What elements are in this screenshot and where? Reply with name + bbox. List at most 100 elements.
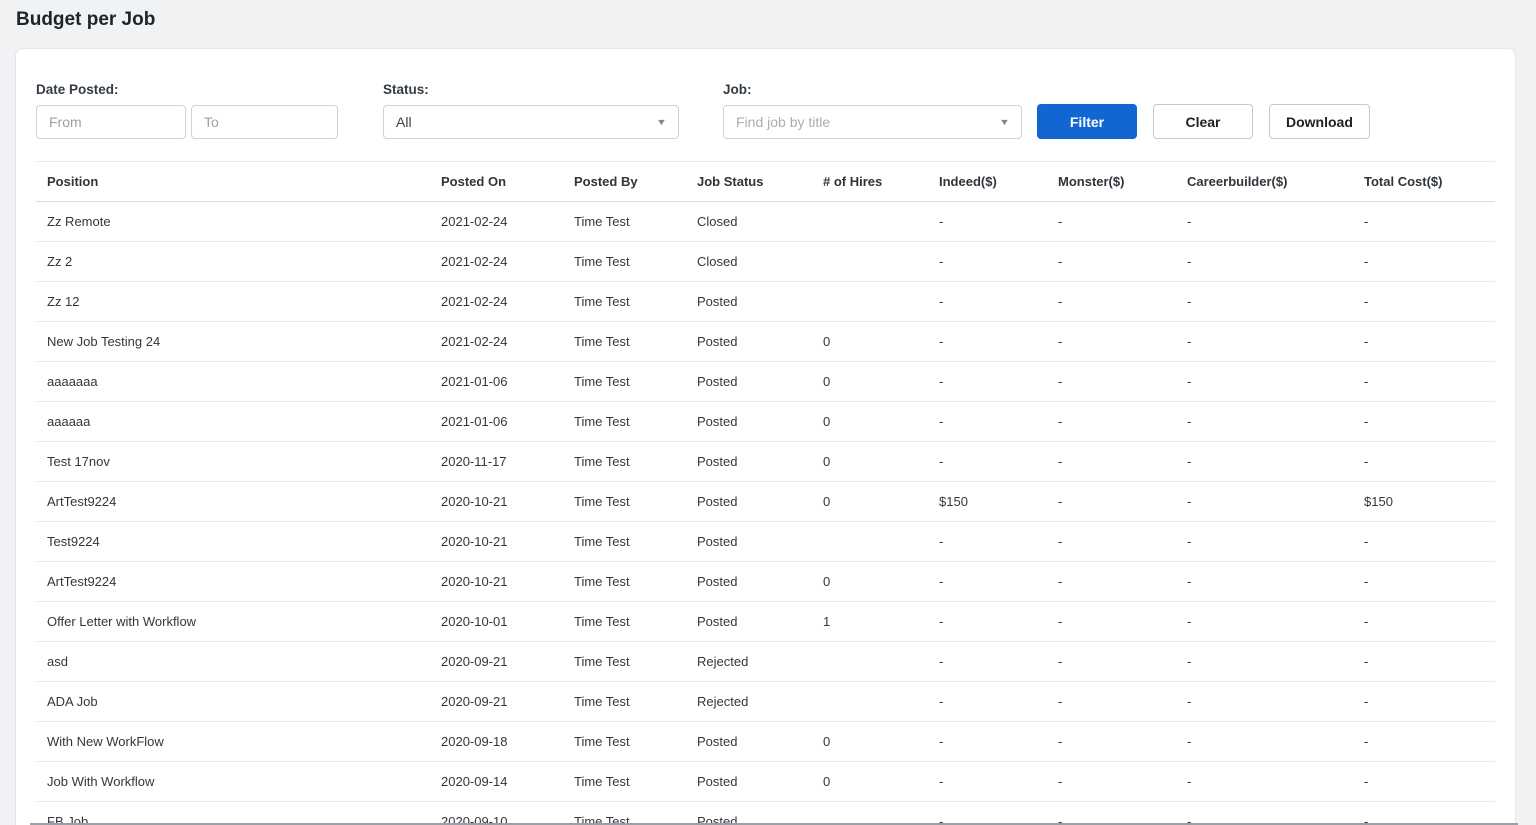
cell-posted-on: 2020-10-21 [430, 562, 563, 602]
cell-careerbuilder: - [1176, 802, 1353, 825]
job-label: Job: [723, 82, 1022, 98]
cell-indeed: - [928, 522, 1047, 562]
cell-job-status: Posted [686, 282, 812, 322]
cell-posted-on: 2020-09-10 [430, 802, 563, 825]
cell-job-status: Posted [686, 322, 812, 362]
cell-posted-by: Time Test [563, 282, 686, 322]
cell-posted-by: Time Test [563, 722, 686, 762]
cell-posted-on: 2020-10-21 [430, 522, 563, 562]
column-header: Position [36, 162, 430, 202]
column-header: Posted On [430, 162, 563, 202]
date-inputs [36, 105, 338, 139]
cell-indeed: - [928, 802, 1047, 825]
cell-monster: - [1047, 242, 1176, 282]
table-row: ArtTest92242020-10-21Time TestPosted0---… [36, 562, 1495, 602]
cell-posted-on: 2021-01-06 [430, 402, 563, 442]
date-from-input[interactable] [36, 105, 186, 139]
cell-indeed: - [928, 642, 1047, 682]
cell-monster: - [1047, 322, 1176, 362]
cell-position: Test 17nov [36, 442, 430, 482]
cell-total-cost: - [1353, 682, 1495, 722]
cell-total-cost: - [1353, 562, 1495, 602]
cell-posted-by: Time Test [563, 562, 686, 602]
cell-position: Zz Remote [36, 202, 430, 242]
job-placeholder: Find job by title [736, 114, 830, 130]
cell-monster: - [1047, 522, 1176, 562]
cell-careerbuilder: - [1176, 402, 1353, 442]
cell-posted-by: Time Test [563, 762, 686, 802]
table-row: With New WorkFlow2020-09-18Time TestPost… [36, 722, 1495, 762]
filter-bar: Date Posted: Status: All ▼ Job: Find job… [36, 82, 1495, 139]
cell-indeed: - [928, 762, 1047, 802]
chevron-down-icon: ▼ [656, 118, 667, 127]
cell-posted-on: 2020-09-21 [430, 642, 563, 682]
cell-posted-by: Time Test [563, 682, 686, 722]
table-row: New Job Testing 242021-02-24Time TestPos… [36, 322, 1495, 362]
filter-button[interactable]: Filter [1037, 104, 1137, 139]
cell-posted-by: Time Test [563, 522, 686, 562]
date-to-input[interactable] [191, 105, 338, 139]
cell-posted-by: Time Test [563, 642, 686, 682]
budget-card: Date Posted: Status: All ▼ Job: Find job… [15, 48, 1516, 825]
clear-button[interactable]: Clear [1153, 104, 1253, 139]
cell-indeed: - [928, 602, 1047, 642]
cell-posted-on: 2021-01-06 [430, 362, 563, 402]
table-row: aaaaaa2021-01-06Time TestPosted0---- [36, 402, 1495, 442]
cell-position: asd [36, 642, 430, 682]
cell-indeed: - [928, 562, 1047, 602]
table-row: Test92242020-10-21Time TestPosted---- [36, 522, 1495, 562]
cell-posted-by: Time Test [563, 202, 686, 242]
cell-monster: - [1047, 202, 1176, 242]
cell-careerbuilder: - [1176, 202, 1353, 242]
cell-careerbuilder: - [1176, 642, 1353, 682]
cell-posted-by: Time Test [563, 402, 686, 442]
cell-indeed: - [928, 202, 1047, 242]
cell-careerbuilder: - [1176, 562, 1353, 602]
cell-careerbuilder: - [1176, 362, 1353, 402]
cell-posted-on: 2020-09-14 [430, 762, 563, 802]
cell-careerbuilder: - [1176, 762, 1353, 802]
cell-hires: 1 [812, 602, 928, 642]
cell-job-status: Closed [686, 202, 812, 242]
cell-posted-by: Time Test [563, 802, 686, 825]
cell-job-status: Posted [686, 762, 812, 802]
cell-total-cost: - [1353, 202, 1495, 242]
cell-posted-on: 2020-10-01 [430, 602, 563, 642]
cell-position: New Job Testing 24 [36, 322, 430, 362]
column-header: Monster($) [1047, 162, 1176, 202]
cell-posted-on: 2021-02-24 [430, 282, 563, 322]
cell-hires: 0 [812, 482, 928, 522]
cell-total-cost: - [1353, 522, 1495, 562]
cell-indeed: - [928, 242, 1047, 282]
cell-position: With New WorkFlow [36, 722, 430, 762]
cell-total-cost: - [1353, 602, 1495, 642]
cell-careerbuilder: - [1176, 602, 1353, 642]
download-button[interactable]: Download [1269, 104, 1370, 139]
cell-job-status: Posted [686, 362, 812, 402]
cell-total-cost: - [1353, 362, 1495, 402]
table-row: Zz 22021-02-24Time TestClosed---- [36, 242, 1495, 282]
cell-hires: 0 [812, 362, 928, 402]
cell-careerbuilder: - [1176, 482, 1353, 522]
cell-job-status: Posted [686, 802, 812, 825]
cell-total-cost: - [1353, 722, 1495, 762]
cell-position: Zz 2 [36, 242, 430, 282]
cell-posted-by: Time Test [563, 242, 686, 282]
cell-hires: 0 [812, 722, 928, 762]
cell-position: Job With Workflow [36, 762, 430, 802]
cell-posted-on: 2020-09-18 [430, 722, 563, 762]
filter-buttons: Filter Clear Download [1037, 104, 1370, 139]
cell-careerbuilder: - [1176, 242, 1353, 282]
table-row: asd2020-09-21Time TestRejected---- [36, 642, 1495, 682]
cell-job-status: Posted [686, 402, 812, 442]
status-group: Status: All ▼ [383, 82, 679, 139]
job-select[interactable]: Find job by title ▼ [723, 105, 1022, 139]
cell-careerbuilder: - [1176, 722, 1353, 762]
cell-hires: 0 [812, 762, 928, 802]
cell-monster: - [1047, 562, 1176, 602]
cell-total-cost: - [1353, 642, 1495, 682]
cell-posted-on: 2020-10-21 [430, 482, 563, 522]
status-select[interactable]: All ▼ [383, 105, 679, 139]
cell-position: Offer Letter with Workflow [36, 602, 430, 642]
table-row: Offer Letter with Workflow2020-10-01Time… [36, 602, 1495, 642]
